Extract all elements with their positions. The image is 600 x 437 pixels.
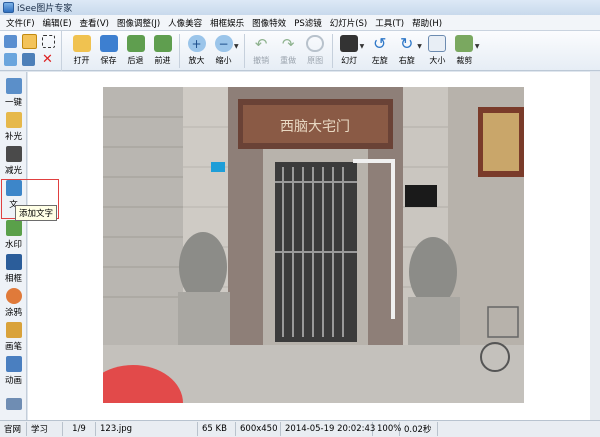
menu-file[interactable]: 文件(F) — [2, 17, 39, 29]
menu-frames[interactable]: 相框娱乐 — [206, 17, 248, 29]
title-bar: iSee图片专家 — [0, 0, 600, 15]
slideshow-icon — [340, 35, 359, 52]
status-website-tab[interactable]: 官网 — [0, 422, 27, 436]
menu-portrait[interactable]: 人像美容 — [164, 17, 206, 29]
animation-icon — [5, 356, 22, 372]
menu-image-adjust[interactable]: 图像调整(J) — [113, 17, 164, 29]
photo-image: 西脑大宅门 — [103, 87, 524, 403]
menu-effects[interactable]: 图像特效 — [248, 17, 290, 29]
resize-button[interactable]: 大小 — [424, 31, 451, 71]
forward-button[interactable]: 前进 — [149, 31, 176, 71]
more-tools-icon — [5, 398, 22, 410]
original-icon — [306, 35, 325, 52]
zoom-out-icon: − — [214, 35, 233, 52]
menu-help[interactable]: 帮助(H) — [408, 17, 446, 29]
redo-button[interactable]: ↷ 重做 — [275, 31, 302, 71]
rotate-dropdown-arrow[interactable]: ▼ — [417, 43, 422, 50]
rotate-right-icon: ↻ — [400, 34, 414, 53]
zoom-in-icon: + — [187, 35, 206, 52]
frame-icon — [5, 254, 22, 270]
brighten-tool[interactable]: 补光 — [0, 112, 27, 142]
status-bar: 官网 学习 1/9 123.jpg 65 KB 600x450 2014-05-… — [0, 420, 600, 437]
back-button[interactable]: 后退 — [122, 31, 149, 71]
darken-tool[interactable]: 减光 — [0, 146, 27, 176]
undo-icon: ↶ — [254, 34, 268, 53]
status-time: 0.02秒 — [400, 422, 438, 436]
redo-icon: ↷ — [281, 34, 295, 53]
right-edge — [590, 72, 600, 420]
status-filesize: 65 KB — [198, 422, 236, 436]
slideshow-dropdown-arrow[interactable]: ▼ — [360, 43, 365, 50]
brush-icon — [5, 322, 22, 338]
status-dimensions: 600x450 — [236, 422, 281, 436]
hand-tool-icon[interactable] — [22, 34, 37, 49]
menu-ps-filters[interactable]: PS滤镜 — [290, 17, 326, 29]
menu-bar: 文件(F) 编辑(E) 查看(V) 图像调整(J) 人像美容 相框娱乐 图像特效… — [0, 15, 600, 31]
brighten-icon — [5, 112, 22, 128]
original-button[interactable]: 原图 — [302, 31, 329, 71]
resize-icon — [428, 35, 447, 52]
frame-tool[interactable]: 相框 — [0, 254, 27, 284]
app-icon — [3, 2, 14, 13]
slideshow-button[interactable]: 幻灯 — [336, 31, 363, 71]
folder-icon — [72, 35, 91, 52]
status-page: 1/9 — [63, 422, 96, 436]
toolbar: ✕ 打开 保存 后退 前进 + 放大 − 缩小 ▼ ↶ 撤销 ↷ 重做 原图 幻… — [0, 31, 600, 71]
crop-button[interactable]: 裁剪 — [451, 31, 478, 71]
zoom-in-button[interactable]: + 放大 — [183, 31, 210, 71]
window-title: iSee图片专家 — [17, 4, 73, 14]
crop-dropdown-arrow[interactable]: ▼ — [475, 43, 480, 50]
zoom-dropdown-arrow[interactable]: ▼ — [234, 43, 239, 50]
thumbnail-icon[interactable] — [4, 35, 17, 48]
select-tool-icon[interactable] — [42, 35, 55, 48]
rotate-right-button[interactable]: ↻ 右旋 — [393, 31, 420, 71]
rotate-left-icon: ↺ — [373, 34, 387, 53]
photo-view[interactable]: 西脑大宅门 — [103, 87, 524, 403]
doodle-icon — [5, 288, 22, 304]
menu-view[interactable]: 查看(V) — [76, 17, 113, 29]
menu-tools[interactable]: 工具(T) — [371, 17, 408, 29]
browse-icon[interactable] — [4, 53, 17, 66]
close-icon[interactable]: ✕ — [42, 53, 55, 66]
status-datetime: 2014-05-19 20:02:43 — [281, 422, 375, 436]
status-zoom: 100% — [373, 422, 401, 436]
darken-icon — [5, 146, 22, 162]
one-click-icon — [5, 78, 22, 94]
menu-edit[interactable]: 编辑(E) — [39, 17, 76, 29]
back-image-icon — [126, 35, 145, 52]
left-tool-panel: 一键 补光 减光 文 水印 相框 涂鸦 画笔 动画 — [0, 72, 27, 420]
doodle-tool[interactable]: 涂鸦 — [0, 288, 27, 318]
forward-image-icon — [153, 35, 172, 52]
crop-icon — [455, 35, 474, 52]
open-button[interactable]: 打开 — [68, 31, 95, 71]
one-click-tool[interactable]: 一键 — [0, 78, 27, 108]
mini-tool-grid: ✕ — [0, 31, 62, 71]
undo-button[interactable]: ↶ 撤销 — [248, 31, 275, 71]
save-icon — [99, 35, 118, 52]
gate-sign-text: 西脑大宅门 — [280, 119, 350, 135]
status-learn-tab[interactable]: 学习 — [27, 422, 63, 436]
film-icon[interactable] — [22, 53, 35, 66]
animation-tool[interactable]: 动画 — [0, 356, 27, 386]
tooltip: 添加文字 — [15, 205, 58, 221]
watermark-tool[interactable]: 水印 — [0, 220, 27, 250]
zoom-out-button[interactable]: − 缩小 — [210, 31, 237, 71]
save-button[interactable]: 保存 — [95, 31, 122, 71]
more-tool[interactable] — [0, 398, 27, 412]
status-filename: 123.jpg — [96, 422, 198, 436]
brush-tool[interactable]: 画笔 — [0, 322, 27, 352]
watermark-icon — [5, 220, 22, 236]
menu-slideshow[interactable]: 幻灯片(S) — [326, 17, 372, 29]
rotate-left-button[interactable]: ↺ 左旋 — [366, 31, 393, 71]
